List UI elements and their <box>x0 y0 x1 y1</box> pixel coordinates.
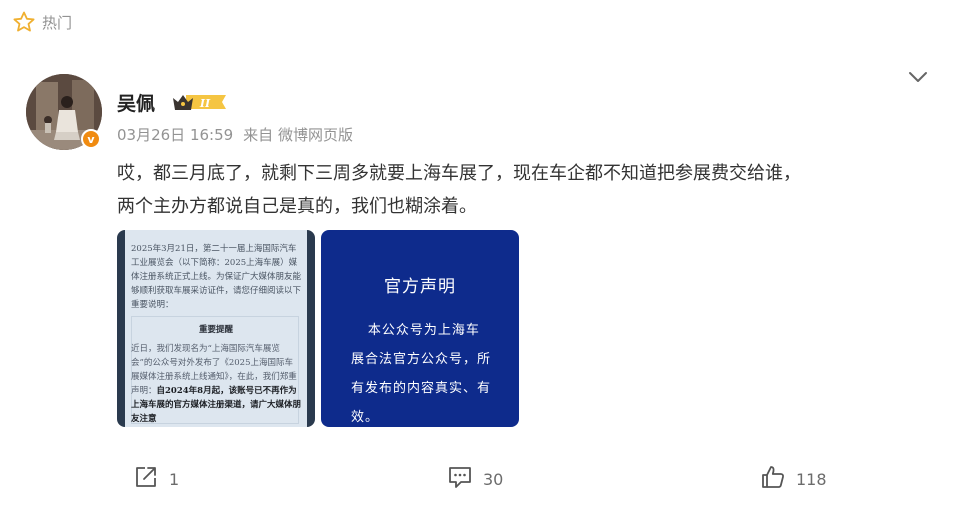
statement-body: 本公众号为上海车展合法官方公众号，所有发布的内容真实、有效。 <box>351 323 492 425</box>
document-notice-title: 重要提醒 <box>198 325 233 335</box>
vip-level-label: II <box>199 97 211 110</box>
post-time[interactable]: 03月26日 16:59 <box>117 124 233 145</box>
document-notice-body: 近日，我们发现名为“上海国际汽车展览会”的公众号对外发布了《2025上海国际车展… <box>131 342 301 426</box>
verified-badge-icon: v <box>81 129 101 149</box>
repost-count: 1 <box>169 469 180 489</box>
document-notice-bold: 自2024年8月起，该账号已不再作为上海车展的官方媒体注册渠道，请广大媒体朋友注… <box>131 386 302 424</box>
comment-icon <box>447 464 473 494</box>
post-source: 来自 微博网页版 <box>243 126 353 144</box>
post-image-statement[interactable]: 官方声明 本公众号为上海车展合法官方公众号，所有发布的内容真实、有效。 <box>321 230 519 427</box>
hot-tag: 热门 <box>12 10 72 34</box>
author-name[interactable]: 吴佩 <box>117 89 155 116</box>
star-icon <box>12 10 36 34</box>
post-meta: 03月26日 16:59 来自 微博网页版 <box>117 124 353 145</box>
like-count: 118 <box>796 469 827 489</box>
comment-button[interactable]: 30 <box>447 466 503 492</box>
document-intro: 2025年3月21日，第二十一届上海国际汽车工业展览会（以下简称：2025上海车… <box>131 244 302 310</box>
chevron-down-icon <box>907 69 929 88</box>
statement-title: 官方声明 <box>384 277 456 297</box>
post-text-line: 哎，都三月底了，就剩下三周多就要上海车展了，现在车企都不知道把参展费交给谁， <box>117 163 801 184</box>
post-text: 哎，都三月底了，就剩下三周多就要上海车展了，现在车企都不知道把参展费交给谁， 两… <box>117 157 937 223</box>
comment-count: 30 <box>483 469 504 489</box>
like-button[interactable]: 118 <box>760 466 827 492</box>
post-menu-button[interactable] <box>904 64 932 92</box>
repost-icon <box>133 464 159 494</box>
post-image-document[interactable]: 2025年3月21日，第二十一届上海国际汽车工业展览会（以下简称：2025上海车… <box>117 230 315 427</box>
post-text-line: 两个主办方都说自己是真的，我们也糊涂着。 <box>117 196 477 217</box>
thumbs-up-icon <box>760 464 786 494</box>
vip-badge[interactable]: II <box>172 91 230 117</box>
hot-label: 热门 <box>42 13 73 32</box>
repost-button[interactable]: 1 <box>133 466 179 492</box>
